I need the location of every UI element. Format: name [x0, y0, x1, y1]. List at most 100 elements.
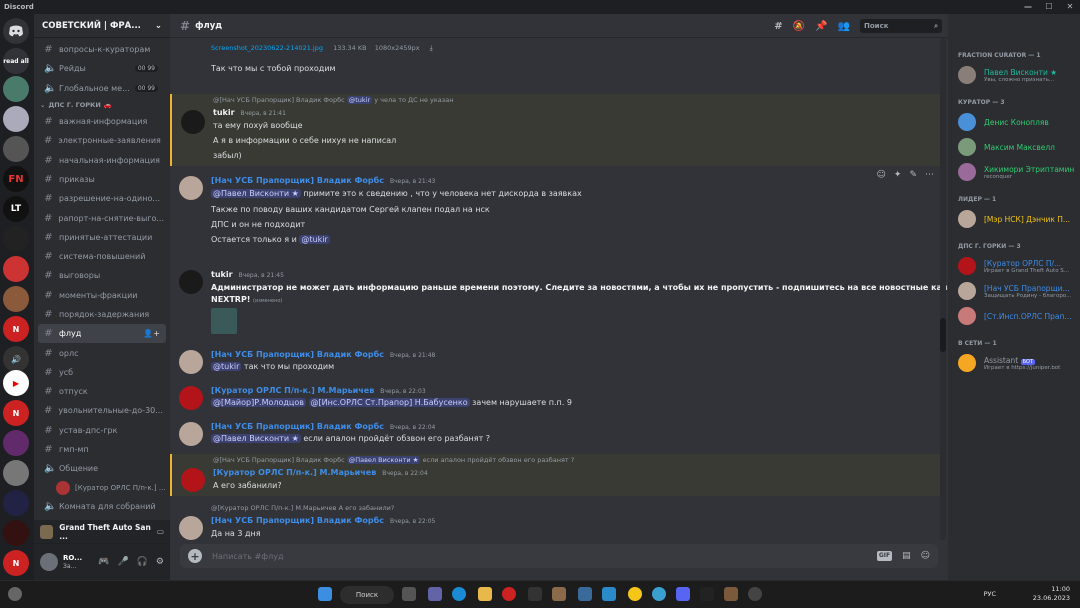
mute-notifications-icon[interactable]: 🔕 — [793, 21, 805, 32]
text-channel[interactable]: # увольнительные-до-30... — [38, 401, 166, 420]
text-channel[interactable]: # выговоры — [38, 266, 166, 285]
author-name[interactable]: [Нач УСБ Прапорщик] Владик Форбс Вчера, в… — [211, 176, 435, 185]
taskbar-search[interactable]: Поиск — [340, 586, 394, 604]
text-channel[interactable]: # отпуск — [38, 382, 166, 401]
minimize-icon[interactable]: — — [1018, 0, 1038, 14]
screen-share-icon[interactable]: ▭ — [157, 527, 164, 536]
language-indicator[interactable]: РУС — [984, 590, 996, 598]
gamepad-icon[interactable]: 🎮 — [98, 557, 109, 567]
server-icon[interactable] — [3, 256, 29, 282]
user-mention[interactable]: @Павел Висконти ★ — [211, 434, 301, 443]
discord-taskbar-icon[interactable] — [676, 587, 690, 601]
avatar[interactable] — [179, 350, 203, 374]
text-channel[interactable]: # моменты-фракции — [38, 286, 166, 305]
server-icon[interactable] — [3, 76, 29, 102]
close-icon[interactable]: ✕ — [1060, 0, 1080, 14]
attachment-link[interactable]: Screenshot_20230622-214021.jpg — [211, 44, 323, 52]
server-icon[interactable]: FN — [3, 166, 29, 192]
text-channel[interactable]: # рапорт-на-снятие-выго... — [38, 208, 166, 227]
image-attachment[interactable] — [211, 308, 237, 334]
avatar[interactable] — [179, 422, 203, 446]
server-icon[interactable] — [3, 286, 29, 312]
app-icon[interactable] — [652, 587, 666, 601]
text-channel[interactable]: # усб — [38, 363, 166, 382]
author-name[interactable]: tukir Вчера, в 21:45 — [211, 270, 284, 279]
text-channel[interactable]: # система-повышений — [38, 247, 166, 266]
member-item[interactable]: Павел Висконти ★ Увы, сложно признать... — [958, 64, 1076, 86]
author-name[interactable]: [Нач УСБ Прапорщик] Владик Форбс Вчера, в… — [211, 516, 435, 525]
app-icon[interactable] — [528, 587, 542, 601]
gear-icon[interactable]: ⚙ — [156, 557, 164, 567]
text-channel[interactable]: # разрешение-на-одино... — [38, 189, 166, 208]
user-mention[interactable]: @[Майор]Р.Молодцов — [211, 398, 306, 407]
headphones-icon[interactable]: 🎧 — [137, 557, 148, 567]
scrollbar-thumb[interactable] — [940, 318, 946, 352]
reply-preview[interactable]: @[Нач УСБ Прапорщик] Владик Форбс @tukir… — [213, 96, 453, 104]
avatar[interactable] — [179, 176, 203, 200]
user-mention[interactable]: @Павел Висконти ★ — [211, 189, 301, 198]
gif-button[interactable]: GIF — [876, 551, 893, 561]
avatar[interactable] — [179, 270, 203, 294]
read-all-button[interactable]: read all — [3, 48, 29, 74]
author-name[interactable]: [Нач УСБ Прапорщик] Владик Форбс Вчера, в… — [211, 350, 435, 359]
add-attachment-icon[interactable]: + — [188, 549, 202, 563]
sticker-icon[interactable]: ▤ — [902, 551, 911, 561]
member-item[interactable]: [Нач УСБ Прапорщи... Защищать Родину - бл… — [958, 280, 1076, 302]
super-reaction-icon[interactable]: ✦ — [894, 170, 902, 180]
speaker-icon[interactable]: 🔊 — [3, 346, 29, 372]
member-item[interactable]: Assistant БОТ Играет в https://juniper.bo… — [958, 352, 1076, 374]
reply-preview[interactable]: @[Нач УСБ Прапорщик] Владик Форбс @Павел… — [213, 456, 574, 464]
app-icon[interactable] — [724, 587, 738, 601]
text-channel[interactable]: # флуд 👤+ — [38, 324, 166, 344]
folder-icon[interactable] — [478, 587, 492, 601]
server-icon[interactable]: N — [3, 316, 29, 342]
app-icon[interactable] — [602, 587, 616, 601]
voice-channel[interactable]: 🔈 Комната для собраний — [38, 497, 166, 516]
activity-panel[interactable]: Grand Theft Auto San ... ▭ — [34, 520, 170, 544]
member-item[interactable]: Хикимори Этриптамин reconquer — [958, 161, 1076, 183]
author-name[interactable]: [Нач УСБ Прапорщик] Владик Форбс Вчера, в… — [211, 422, 435, 431]
server-icon[interactable] — [3, 520, 29, 546]
user-mention[interactable]: @tukir — [299, 235, 330, 244]
text-channel[interactable]: # начальная-информация — [38, 150, 166, 169]
add-reaction-icon[interactable]: ☺ — [877, 170, 886, 180]
member-item[interactable]: Денис Конопляв — [958, 111, 1076, 133]
avatar[interactable] — [179, 386, 203, 410]
server-icon[interactable] — [3, 490, 29, 516]
voice-channel[interactable]: 🔈 Рейды 00 99 — [38, 59, 166, 78]
windows-start-icon[interactable] — [318, 587, 332, 601]
member-item[interactable]: Максим Максвелл — [958, 136, 1076, 158]
invite-icon[interactable]: 👤+ — [143, 329, 160, 338]
text-channel[interactable]: # важная-информация — [38, 112, 166, 131]
app-icon[interactable] — [748, 587, 762, 601]
text-channel[interactable]: # электронные-заявления — [38, 131, 166, 150]
category-header[interactable]: ⌄ ДПС Г. ГОРКИ 🚗 — [34, 98, 170, 112]
member-item[interactable]: [Мэр НСК] Дэнчик П... — [958, 208, 1076, 230]
pin-icon[interactable]: 📌 — [815, 21, 827, 32]
member-item[interactable]: [Куратор ОРЛС П/... Играет в Grand Theft … — [958, 255, 1076, 277]
author-name[interactable]: [Куратор ОРЛС П/п-к.] М.Марьичев Вчера, в… — [211, 386, 426, 395]
author-name[interactable]: tukir Вчера, в 21:41 — [213, 108, 286, 117]
more-icon[interactable]: ⋯ — [925, 170, 934, 180]
threads-icon[interactable]: # — [774, 21, 782, 32]
server-icon[interactable] — [3, 136, 29, 162]
emoji-icon[interactable]: ☺ — [921, 551, 930, 561]
text-channel[interactable]: # порядок-задержания — [38, 305, 166, 324]
task-view-icon[interactable] — [402, 587, 416, 601]
server-icon[interactable] — [3, 430, 29, 456]
server-icon[interactable] — [3, 460, 29, 486]
text-channel[interactable]: # вопросы-к-кураторам — [38, 40, 166, 59]
edit-icon[interactable]: ✎ — [909, 170, 917, 180]
text-channel[interactable]: # орлс — [38, 343, 166, 362]
app-icon[interactable] — [578, 587, 592, 601]
microphone-icon[interactable]: 🎤 — [117, 557, 128, 567]
text-channel[interactable]: # устав-дпс-грк — [38, 421, 166, 440]
app-icon[interactable] — [552, 587, 566, 601]
members-icon[interactable]: 👥 — [838, 21, 850, 32]
discord-home-icon[interactable] — [3, 18, 29, 44]
text-channel[interactable]: # принятые-аттестации — [38, 228, 166, 247]
voice-channel-user[interactable]: [Куратор ОРЛС П/п-к.] ... — [56, 479, 170, 497]
clock[interactable]: 11:00 23.06.2023 — [1033, 585, 1070, 603]
guild-header[interactable]: СОВЕТСКИЙ | ФРА... ⌄ — [34, 14, 170, 38]
reply-preview[interactable]: @[Куратор ОРЛС П/п-к.] М.Марьичев А его … — [211, 504, 394, 512]
